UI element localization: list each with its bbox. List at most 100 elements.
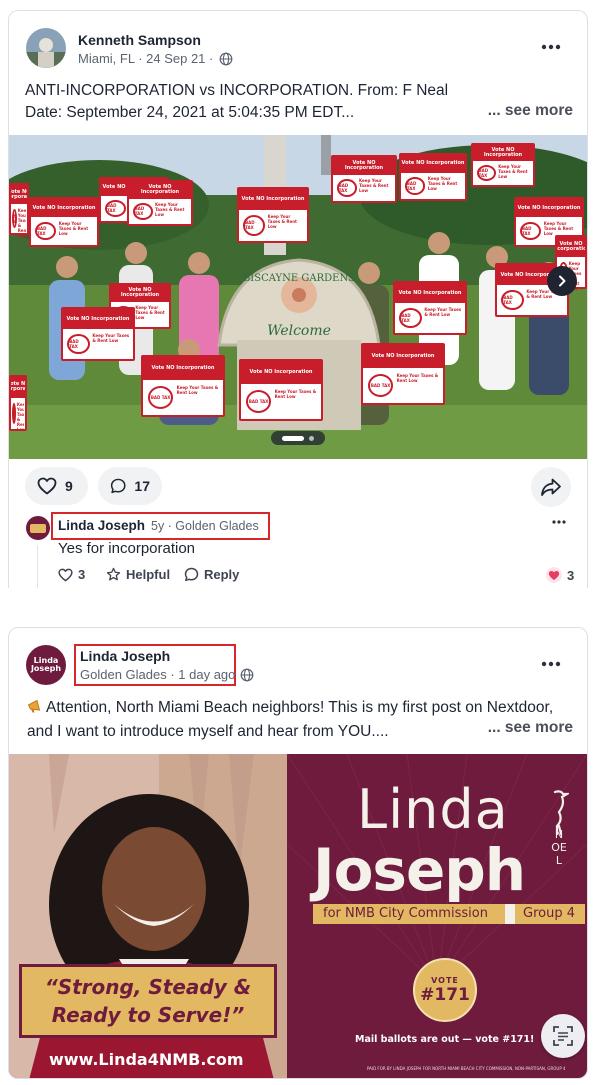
sign-header: Vote NO Incorporation (239, 189, 307, 210)
reply-label: Reply (204, 567, 240, 582)
carousel-dot[interactable] (309, 435, 314, 441)
carousel-next-button[interactable] (547, 266, 577, 296)
heart-icon (58, 568, 73, 581)
star-icon (106, 567, 121, 581)
protest-sign: Vote NO Incorporation BAD TAXKeep Your Ta… (61, 307, 135, 361)
protest-sign: Vote NO Incorporation BAD TAXKeep Your Ta… (239, 359, 323, 421)
post-photo[interactable]: BISCAYNE GARDENS Welcome Vote NO Incorpo… (9, 135, 587, 459)
globe-icon (240, 668, 254, 687)
reaction-heart-icon (546, 567, 562, 583)
sign-footer: Keep Your Taxes & Rent Low (396, 372, 439, 383)
protest-sign: Vote NO Incorporation BAD TAXKeep Your Ta… (393, 281, 467, 335)
protest-sign: Vote NO Incorporation BAD TAXKeep Your Ta… (29, 197, 99, 247)
sign-footer: Keep Your Taxes & Rent Low (543, 221, 574, 237)
office-divider (505, 904, 515, 924)
share-button[interactable] (531, 467, 571, 507)
sign-header: Vote NO Incorporation (395, 283, 465, 303)
post-author-name[interactable]: Kenneth Sampson (78, 32, 201, 48)
flyer-first-name: Linda (357, 778, 509, 841)
comment-thread-line (37, 545, 38, 588)
sign-header: Vote NO Incorporation (516, 199, 582, 218)
comment-meta: 5y · Golden Glades (151, 519, 259, 533)
like-count: 9 (65, 478, 73, 494)
reaction-count: 3 (567, 567, 575, 583)
carousel-dot-active[interactable] (282, 435, 304, 441)
sign-footer: Keep Your Taxes & Rent Low (135, 305, 165, 321)
protest-sign: Vote NO Incorporation BAD TAXKeep Your Ta… (127, 180, 193, 226)
sign-footer: Keep Your Taxes & Rent Low (92, 333, 130, 343)
comment-like-button[interactable]: 3 (58, 567, 85, 582)
sign-badge: BAD TAX (104, 200, 127, 217)
sign-footer: Keep Your Taxes & Rent Low (267, 213, 297, 229)
slogan-plate: “Strong, Steady & Ready to Serve!” (19, 964, 277, 1038)
reply-button[interactable]: Reply (184, 567, 239, 582)
sign-footer: Keep Your Taxes & Rent Low (274, 388, 317, 399)
office-left: for NMB City Commission (323, 906, 488, 921)
share-arrow-icon (541, 478, 561, 496)
post-meta: Miami, FL · 24 Sep 21 · (78, 51, 233, 69)
carousel-indicator (271, 431, 325, 445)
sign-header: Vote NO Incorporation (363, 345, 443, 369)
chevron-right-icon (559, 275, 566, 287)
commenter-avatar[interactable] (26, 516, 50, 540)
commenter-avatar-mark (30, 523, 46, 533)
see-more-link[interactable]: ... see more (488, 102, 573, 120)
commenter-name[interactable]: Linda Joseph (58, 518, 145, 533)
globe-icon (219, 52, 233, 69)
sign-badge: BAD TAX (336, 179, 357, 197)
sign-header: Vote NO Incorporation (557, 237, 585, 257)
avatar-text: Linda Joseph (30, 656, 62, 673)
comment-more-icon[interactable] (545, 515, 573, 529)
post-meta-text: Miami, FL · 24 Sep 21 · (78, 51, 214, 66)
sign-footer: Keep Your Taxes & Rent Low (359, 178, 389, 194)
helpful-button[interactable]: Helpful (106, 567, 170, 582)
sign-header: Vote NO Incorporation (401, 155, 465, 173)
office-banner: for NMB City Commission Group 4 (313, 904, 585, 924)
sign-footer: Keep Your Taxes & Rent Low (16, 401, 25, 432)
comment-reaction-summary[interactable]: 3 (546, 567, 574, 583)
protest-sign: Vote NO Incorporation BAD TAXKeep Your Ta… (361, 343, 445, 405)
mail-ballot-note: Mail ballots are out — vote #171! (355, 1034, 535, 1045)
sign-footer: Keep Your Taxes & Rent Low (427, 176, 458, 192)
vote-number: #171 (420, 984, 470, 1005)
reply-bubble-icon (184, 567, 199, 582)
post-body-line-1-text: Attention, North Miami Beach neighbors! … (46, 699, 554, 716)
office-right: Group 4 (523, 906, 575, 921)
sign-header: Vote NO Incorporation (473, 145, 533, 161)
post-card-linda: Linda Joseph Linda Joseph Golden Glades … (8, 627, 588, 1079)
vote-badge: VOTE #171 (413, 958, 477, 1022)
protest-sign: Vote NO Incorporation BAD TAXKeep Your Ta… (331, 155, 397, 203)
like-button[interactable]: 9 (25, 467, 88, 505)
slogan-line-2: Ready to Serve!” (51, 1003, 245, 1027)
sign-footer: Keep Your Taxes & Rent Low (17, 208, 27, 239)
author-avatar[interactable]: Linda Joseph (26, 645, 66, 685)
post-body-line-1: Attention, North Miami Beach neighbors! … (27, 697, 573, 721)
protest-sign: Vote NO Incorporation BAD TAXKeep Your Ta… (141, 355, 225, 417)
post-meta: Golden Glades · 1 day ago (80, 667, 236, 682)
see-more-link[interactable]: ... see more (488, 719, 573, 737)
slogan-line-1: “Strong, Steady & (44, 975, 252, 999)
sign-footer: Keep Your Taxes & Rent Low (498, 164, 528, 180)
megaphone-icon (27, 699, 43, 721)
sign-badge: BAD TAX (11, 209, 18, 229)
post-card-kenneth: Kenneth Sampson Miami, FL · 24 Sep 21 · … (8, 10, 588, 588)
sign-header: Vote NO Incorporation (143, 357, 223, 381)
sign-header: Vote NO Incorporation (129, 182, 191, 199)
sign-badge: BAD TAX (476, 165, 496, 181)
sign-badge: BAD TAX (243, 215, 265, 236)
scan-text-button[interactable] (541, 1014, 585, 1058)
protest-sign: Vote NO Incorporation BAD TAXKeep Your Ta… (9, 375, 27, 432)
sign-badge: BAD TAX (519, 222, 542, 241)
sign-footer: Keep Your Taxes & Rent Low (424, 307, 462, 317)
author-avatar[interactable] (26, 28, 66, 68)
sign-badge: BAD TAX (34, 222, 57, 241)
more-options-icon[interactable] (537, 37, 565, 57)
post-author-name[interactable]: Linda Joseph (80, 648, 170, 664)
more-options-icon[interactable] (537, 654, 565, 674)
comment: Linda Joseph 5y · Golden Glades Yes for … (9, 511, 587, 588)
campaign-flyer-image[interactable]: “Strong, Steady & Ready to Serve!” www.L… (9, 754, 587, 1078)
sign-footer: Keep Your Taxes & Rent Low (176, 384, 219, 395)
comment-text: Yes for incorporation (58, 540, 196, 557)
comment-button[interactable]: 17 (98, 467, 162, 505)
sign-badge: BAD TAX (67, 334, 90, 354)
